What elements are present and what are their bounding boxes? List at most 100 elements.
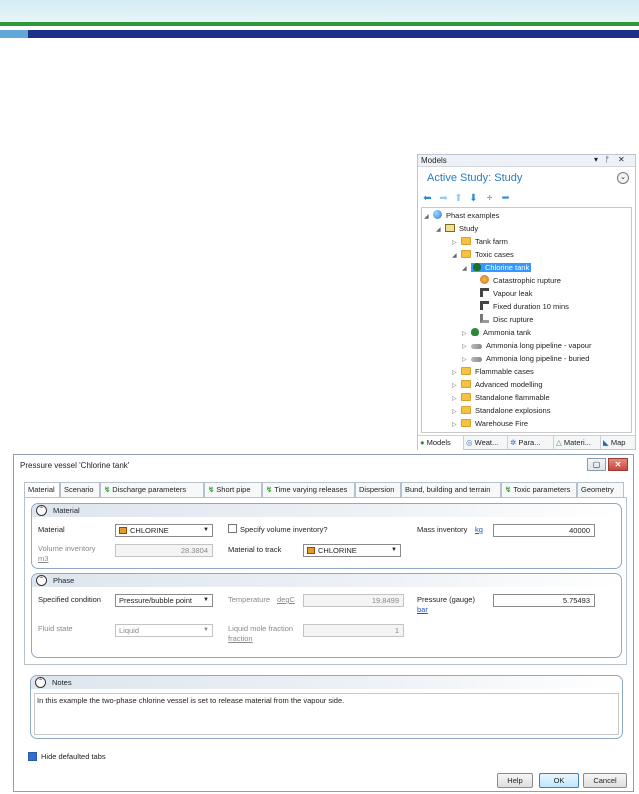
expand-icon[interactable]: ▷ (452, 367, 461, 379)
tree-item-advanced-modelling[interactable]: ▷ Advanced modelling (452, 379, 543, 391)
phase-group: ⌃ Phase Specified condition Pressure/bub… (31, 573, 622, 658)
expand-icon[interactable]: ▷ (462, 328, 471, 340)
arrow-right-icon[interactable]: ➡ (438, 193, 449, 204)
tab-bund-building-terrain[interactable]: Bund, building and terrain (401, 482, 501, 497)
expand-icon[interactable]: ◢ (424, 211, 433, 223)
close-button[interactable]: ✕ (608, 458, 628, 471)
add-icon[interactable]: + (484, 193, 495, 204)
tab-parameters[interactable]: ✲ Para... (508, 436, 554, 450)
tab-map[interactable]: ◣ Map (601, 436, 635, 450)
chevron-down-icon: ▼ (203, 527, 209, 533)
material-select[interactable]: CHLORINE ▼ (115, 524, 213, 537)
expand-icon[interactable]: ▷ (452, 393, 461, 405)
tank-icon (473, 263, 481, 271)
collapse-icon[interactable]: ⌃ (36, 505, 47, 516)
tab-models[interactable]: ● Models (418, 436, 464, 450)
remove-icon[interactable]: ━ (500, 193, 511, 204)
volume-inventory-input[interactable]: 28.3804 (115, 544, 213, 557)
tab-dispersion[interactable]: Dispersion (355, 482, 401, 497)
tab-time-varying-releases[interactable]: ↯ Time varying releases (262, 482, 355, 497)
tree-item-standalone-explosions[interactable]: ▷ Standalone explosions (452, 405, 550, 417)
tab-material[interactable]: Material (24, 482, 60, 498)
folder-icon (461, 393, 471, 401)
pipe-icon (471, 357, 482, 362)
tree-item-disc-rupture[interactable]: Disc rupture (480, 314, 533, 326)
maximize-button[interactable]: ▢ (587, 458, 606, 471)
hide-defaulted-tabs-checkbox[interactable] (28, 752, 37, 761)
liquid-mole-fraction-unit-link[interactable]: fraction (228, 634, 253, 643)
tree-item-toxic-cases[interactable]: ◢ Toxic cases (452, 249, 514, 261)
tree-item-chlorine-tank[interactable]: ◢ Chlorine tank (462, 262, 532, 275)
chevron-down-icon[interactable]: ⌄ (617, 172, 629, 184)
active-study-title: Active Study: Study (427, 172, 523, 184)
tab-discharge-parameters[interactable]: ↯ Discharge parameters (100, 482, 204, 497)
temperature-input[interactable]: 19.8499 (303, 594, 404, 607)
folder-icon (461, 419, 471, 427)
tree-item-ammonia-pipeline-vapour[interactable]: ▷ Ammonia long pipeline - vapour (462, 340, 591, 352)
tree-item-ammonia-tank[interactable]: ▷ Ammonia tank (462, 327, 531, 339)
pressure-unit-link[interactable]: bar (417, 605, 428, 614)
mass-inventory-unit-link[interactable]: kg (475, 525, 483, 534)
material-icon (307, 547, 315, 554)
tree-item-standalone-flammable[interactable]: ▷ Standalone flammable (452, 392, 550, 404)
material-to-track-select[interactable]: CHLORINE ▼ (303, 544, 401, 557)
pressure-input[interactable]: 5.75493 (493, 594, 595, 607)
fluid-state-select[interactable]: Liquid ▼ (115, 624, 213, 637)
collapse-icon[interactable]: ⌃ (36, 575, 47, 586)
expand-icon[interactable]: ▷ (452, 380, 461, 392)
tree-item-phast-examples[interactable]: ◢ Phast examples (424, 210, 499, 222)
expand-icon[interactable]: ▷ (452, 406, 461, 418)
liquid-mole-fraction-input[interactable]: 1 (303, 624, 404, 637)
arrow-down-icon[interactable]: ⬇ (468, 193, 479, 204)
tab-geometry[interactable]: Geometry (577, 482, 624, 497)
leaf-icon: ↯ (208, 485, 215, 494)
expand-icon[interactable]: ▷ (462, 354, 471, 366)
expand-icon[interactable]: ▷ (452, 419, 461, 431)
expand-icon[interactable]: ▷ (452, 237, 461, 249)
specified-condition-label: Specified condition (38, 595, 101, 604)
help-button[interactable]: Help (497, 773, 533, 788)
arrow-left-icon[interactable]: ⬅ (422, 193, 433, 204)
tree-item-vapour-leak[interactable]: Vapour leak (480, 288, 532, 300)
phase-group-header: ⌃ Phase (32, 574, 621, 587)
tab-scenario[interactable]: Scenario (60, 482, 100, 497)
tree-item-ammonia-pipeline-buried[interactable]: ▷ Ammonia long pipeline - buried (462, 353, 589, 365)
tree-item-warehouse-fire[interactable]: ▷ Warehouse Fire (452, 418, 528, 430)
notes-group-header: ⌃ Notes (31, 676, 622, 689)
expand-icon[interactable]: ◢ (452, 250, 461, 262)
tree-item-catastrophic-rupture[interactable]: Catastrophic rupture (480, 275, 561, 287)
folder-icon (461, 237, 471, 245)
expand-icon[interactable]: ▷ (462, 341, 471, 353)
specify-volume-label: Specify volume inventory? (240, 525, 328, 534)
volume-inventory-unit-link[interactable]: m3 (38, 554, 48, 563)
specify-volume-checkbox[interactable] (228, 524, 237, 533)
close-icon: ✕ (614, 460, 622, 469)
close-icon[interactable]: ✕ (618, 155, 625, 164)
chevron-down-icon: ▼ (391, 547, 397, 553)
ok-button[interactable]: OK (539, 773, 579, 788)
notes-group: ⌃ Notes In this example the two-phase ch… (30, 675, 623, 739)
volume-inventory-label: Volume inventory (38, 544, 96, 553)
cancel-button[interactable]: Cancel (583, 773, 627, 788)
arrow-up-icon[interactable]: ⬆ (453, 193, 464, 204)
tab-weather[interactable]: ◎ Weat... (464, 436, 508, 450)
expand-icon[interactable]: ◢ (462, 263, 471, 275)
folder-icon (461, 406, 471, 414)
notes-textarea[interactable]: In this example the two-phase chlorine v… (34, 693, 619, 735)
tree-item-flammable-cases[interactable]: ▷ Flammable cases (452, 366, 534, 378)
expand-icon[interactable]: ◢ (436, 224, 445, 236)
tab-materials[interactable]: △ Materi... (554, 436, 601, 450)
tree-item-study[interactable]: ◢ Study (436, 223, 478, 235)
mass-inventory-input[interactable]: 40000 (493, 524, 595, 537)
specified-condition-select[interactable]: Pressure/bubble point ▼ (115, 594, 213, 607)
pin-icon[interactable]: ᚠ (605, 155, 610, 164)
tab-short-pipe[interactable]: ↯ Short pipe (204, 482, 262, 497)
dialog-titlebar: Pressure vessel 'Chlorine tank' (14, 455, 633, 475)
collapse-icon[interactable]: ⌃ (35, 677, 46, 688)
temperature-unit-link[interactable]: degC (277, 595, 295, 604)
models-panel-title: Models (421, 156, 447, 165)
panel-dropdown-icon[interactable]: ▾ (594, 155, 598, 164)
tab-toxic-parameters[interactable]: ↯ Toxic parameters (501, 482, 577, 497)
tree-item-fixed-duration[interactable]: Fixed duration 10 mins (480, 301, 569, 313)
tree-item-tank-farm[interactable]: ▷ Tank farm (452, 236, 508, 248)
